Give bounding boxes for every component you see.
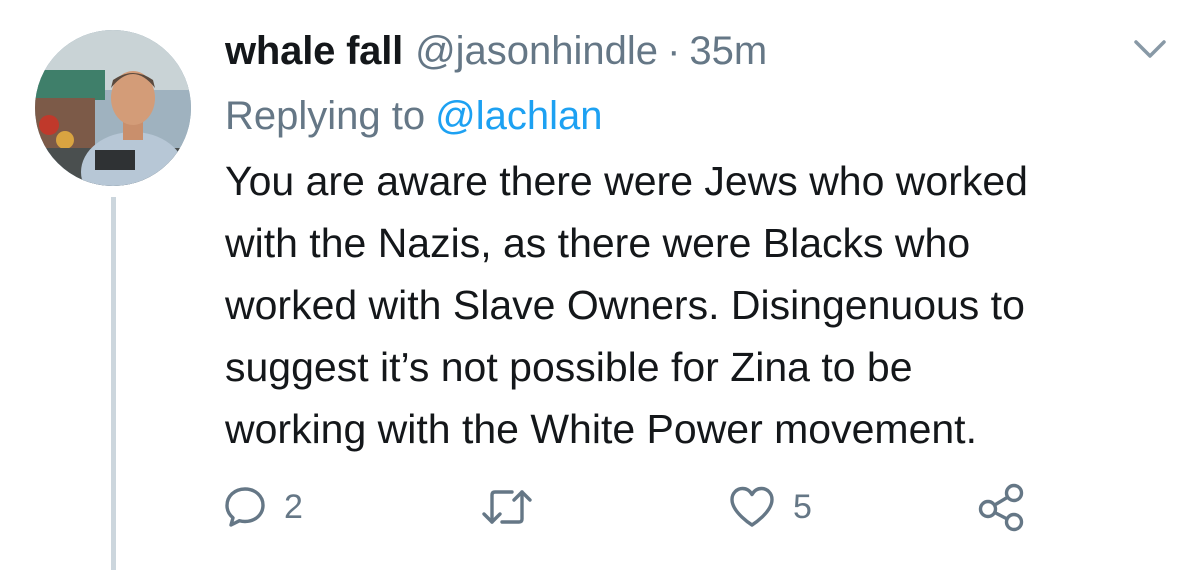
tweet-text: You are aware there were Jews who worked… (225, 150, 1185, 460)
avatar-photo (35, 30, 191, 186)
reply-prefix: Replying to (225, 94, 426, 138)
reply-button[interactable]: 2 (222, 482, 303, 532)
reply-bubble-icon (225, 487, 265, 527)
reply-context: Replying to @lachlan (225, 88, 603, 144)
tweet-text-line: suggest it’s not possible for Zina to be (225, 344, 913, 390)
share-icon (978, 483, 1024, 532)
user-handle[interactable]: @jasonhindle (415, 22, 658, 80)
chevron-down-icon[interactable] (1132, 36, 1168, 62)
like-count: 5 (793, 488, 812, 526)
timestamp[interactable]: 35m (689, 22, 767, 80)
tweet-text-line: You are aware there were Jews who worked (225, 158, 1028, 204)
tweet-text-line: worked with Slave Owners. Disingenuous t… (225, 282, 1025, 328)
separator-dot: · (667, 29, 681, 73)
reply-mention-link[interactable]: @lachlan (435, 94, 602, 138)
retweet-icon (482, 490, 532, 524)
like-button[interactable]: 5 (727, 482, 812, 532)
display-name[interactable]: whale fall (225, 22, 403, 80)
tweet-header: whale fall @jasonhindle · 35m (225, 22, 767, 80)
tweet-text-line: with the Nazis, as there were Blacks who (225, 220, 971, 266)
heart-icon (730, 486, 774, 527)
retweet-button[interactable] (480, 482, 550, 532)
thread-line (111, 197, 116, 570)
tweet-text-line: working with the White Power movement. (225, 406, 977, 452)
avatar[interactable] (35, 30, 191, 186)
reply-count: 2 (284, 488, 303, 526)
share-button[interactable] (975, 482, 1027, 532)
tweet: whale fall @jasonhindle · 35m Replying t… (0, 0, 1200, 570)
